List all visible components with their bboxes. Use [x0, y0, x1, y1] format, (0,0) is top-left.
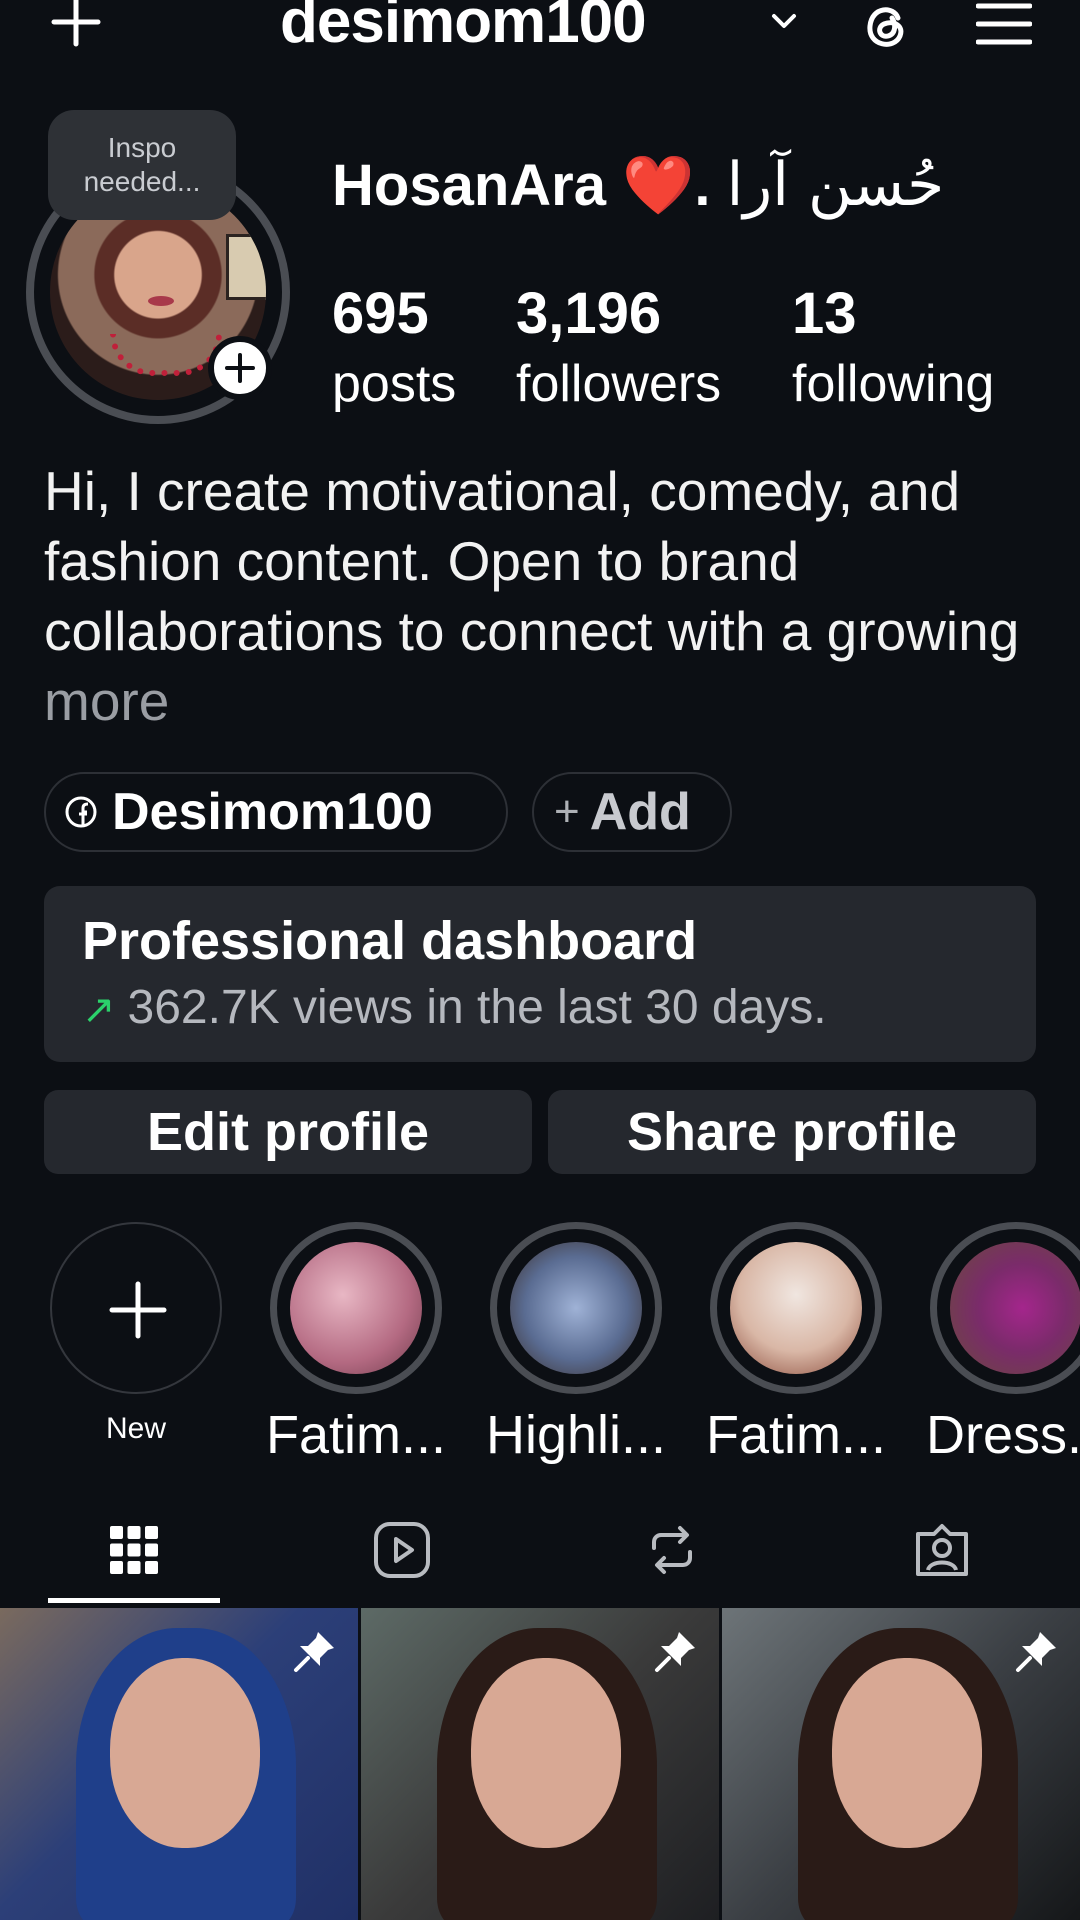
create-plus-icon[interactable]	[48, 0, 104, 50]
heart-emoji: ❤️	[622, 153, 695, 218]
account-switcher-username[interactable]: desimom100	[280, 0, 647, 57]
avatar-necklace	[110, 334, 222, 376]
plus-icon	[225, 353, 255, 383]
post-image-detail	[471, 1658, 621, 1848]
highlight-ring	[710, 1222, 882, 1394]
post-image-detail	[832, 1658, 982, 1848]
post-image-detail	[110, 1658, 260, 1848]
highlight-ring	[50, 1222, 222, 1394]
tab-reposts[interactable]	[582, 1500, 762, 1600]
note-text: Inspo needed...	[83, 132, 201, 197]
facebook-link-chip[interactable]: Desimom100	[44, 772, 508, 852]
stat-label: posts	[332, 355, 457, 413]
highlight-thumbnail	[730, 1242, 862, 1374]
active-tab-indicator	[48, 1598, 220, 1603]
highlight-thumbnail	[290, 1242, 422, 1374]
stat-posts[interactable]: 695 posts	[332, 280, 456, 420]
note-bubble[interactable]: Inspo needed...	[48, 110, 236, 220]
highlight-item[interactable]: Fatim...	[706, 1222, 886, 1466]
highlight-item[interactable]: Highli...	[486, 1222, 666, 1466]
dashboard-views-text: 362.7K views in the last 30 days.	[127, 981, 827, 1034]
highlight-item[interactable]: Fatim...	[266, 1222, 446, 1466]
hamburger-menu-icon[interactable]	[976, 2, 1032, 46]
edit-profile-button[interactable]: Edit profile	[44, 1090, 532, 1174]
chevron-down-icon[interactable]	[768, 6, 800, 38]
avatar-background-frame	[226, 234, 266, 300]
stat-value: 695	[332, 281, 429, 346]
highlight-new[interactable]: New	[46, 1222, 226, 1446]
stat-following[interactable]: 13 following	[792, 280, 994, 420]
tab-posts-grid[interactable]	[44, 1500, 224, 1600]
grid-icon	[110, 1526, 158, 1574]
pin-icon	[294, 1632, 334, 1672]
highlight-ring	[930, 1222, 1080, 1394]
bio-text: Hi, I create motivational, comedy, and f…	[44, 460, 1020, 662]
highlight-label: Dress...	[926, 1405, 1080, 1465]
post-thumbnail[interactable]	[722, 1608, 1080, 1920]
highlight-label: Highli...	[486, 1405, 667, 1465]
share-profile-button[interactable]: Share profile	[548, 1090, 1036, 1174]
display-name-text: HosanAra	[332, 153, 606, 218]
facebook-icon	[65, 796, 97, 828]
add-story-button[interactable]	[208, 336, 272, 400]
highlight-label: Fatim...	[706, 1405, 887, 1465]
bio: Hi, I create motivational, comedy, and f…	[44, 456, 1044, 736]
post-thumbnail[interactable]	[361, 1608, 719, 1920]
threads-icon[interactable]	[858, 0, 914, 52]
highlight-ring	[270, 1222, 442, 1394]
stat-value: 13	[792, 281, 857, 346]
plus-icon: +	[554, 787, 580, 836]
bio-more-link[interactable]: more	[44, 670, 169, 732]
stat-label: followers	[516, 355, 722, 413]
facebook-link-label: Desimom100	[112, 783, 433, 841]
posts-grid	[0, 1608, 1080, 1920]
tab-tagged[interactable]	[852, 1500, 1032, 1600]
pin-icon	[655, 1632, 695, 1672]
display-name: HosanAra ❤️. حُسن آرا	[332, 150, 944, 220]
highlight-label: Fatim...	[266, 1405, 447, 1465]
profile-tabs	[0, 1500, 1080, 1603]
highlight-label: New	[105, 1412, 166, 1445]
top-bar: desimom100	[0, 0, 1080, 60]
highlight-thumbnail	[950, 1242, 1080, 1374]
professional-dashboard-card[interactable]: Professional dashboard ↗ 362.7K views in …	[44, 886, 1036, 1062]
trend-up-arrow-icon: ↗	[82, 988, 116, 1032]
dashboard-title: Professional dashboard	[82, 911, 698, 971]
highlight-thumbnail	[510, 1242, 642, 1374]
tab-reels[interactable]	[312, 1500, 492, 1600]
dashboard-subtitle: ↗ 362.7K views in the last 30 days.	[82, 980, 827, 1035]
highlight-ring	[490, 1222, 662, 1394]
name-separator: .	[694, 153, 711, 218]
add-link-label: Add	[589, 783, 691, 841]
display-name-urdu: حُسن آرا	[726, 150, 945, 220]
plus-icon	[109, 1281, 167, 1339]
post-thumbnail[interactable]	[0, 1608, 358, 1920]
highlight-item[interactable]: Dress...	[926, 1222, 1080, 1466]
reposts-icon	[652, 1526, 692, 1574]
pin-icon	[1016, 1632, 1056, 1672]
avatar-detail	[148, 296, 174, 306]
stat-label: following	[792, 355, 995, 413]
stat-followers[interactable]: 3,196 followers	[516, 280, 721, 420]
tagged-icon	[916, 1524, 968, 1576]
reels-icon	[374, 1522, 430, 1578]
add-link-chip[interactable]: + Add	[532, 772, 732, 852]
stat-value: 3,196	[516, 281, 662, 346]
